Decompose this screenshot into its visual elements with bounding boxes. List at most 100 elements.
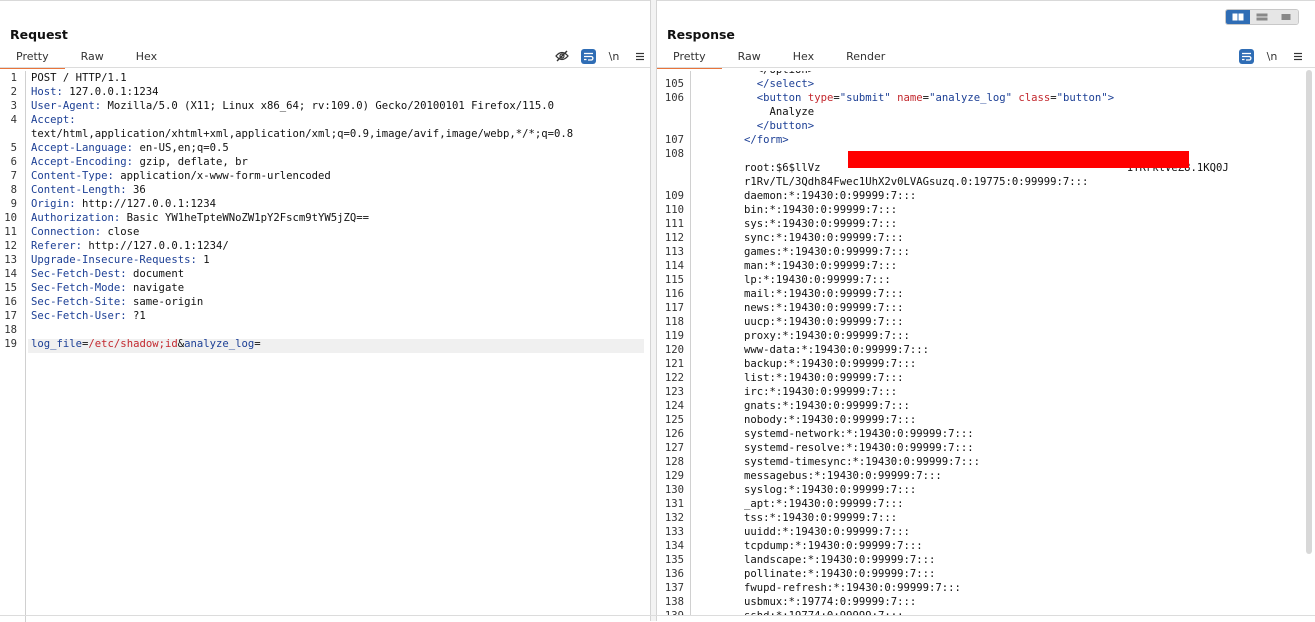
request-line-number: 1 (10, 72, 17, 84)
request-code-line: Origin: http://127.0.0.1:1234 (31, 198, 216, 210)
request-code-line: POST / HTTP/1.1 (31, 72, 127, 84)
request-line-number: 11 (4, 226, 17, 238)
request-code-line: Sec-Fetch-Dest: document (31, 268, 185, 280)
response-scrollbar[interactable] (1306, 70, 1312, 554)
response-code-line: lp:*:19430:0:99999:7::: (693, 274, 891, 286)
response-code-line: landscape:*:19430:0:99999:7::: (693, 554, 936, 566)
request-line-number: 4 (10, 114, 17, 126)
response-line-number: 129 (664, 470, 684, 482)
request-code-line: Content-Type: application/x-www-form-url… (31, 170, 331, 182)
response-code-line: </select> (756, 78, 815, 90)
response-line-number: 118 (664, 316, 684, 328)
request-tabs: Pretty Raw Hex (0, 47, 173, 69)
request-tab-hex[interactable]: Hex (120, 47, 173, 67)
response-tab-pretty[interactable]: Pretty (657, 47, 722, 69)
response-line-number: 125 (664, 414, 684, 426)
response-line-number: 126 (664, 428, 684, 440)
response-code-line: games:*:19430:0:99999:7::: (693, 246, 910, 258)
menu-icon[interactable] (629, 47, 651, 65)
response-tab-raw[interactable]: Raw (722, 47, 777, 67)
response-code-line: systemd-network:*:19430:0:99999:7::: (693, 428, 974, 440)
response-code-line: r1Rv/TL/3Qdh84Fwec1UhX2v0LVAGsuzq.0:1977… (693, 176, 1089, 188)
response-code-line: messagebus:*:19430:0:99999:7::: (693, 470, 942, 482)
response-code-line: gnats:*:19430:0:99999:7::: (693, 400, 910, 412)
split-horizontal-icon[interactable] (1226, 10, 1250, 24)
split-vertical-icon[interactable] (1250, 10, 1274, 24)
response-line-number: 127 (664, 442, 684, 454)
single-pane-icon[interactable] (1274, 10, 1298, 24)
request-line-number: 2 (10, 86, 17, 98)
request-line-number: 15 (4, 282, 17, 294)
response-code-line: pollinate:*:19430:0:99999:7::: (693, 568, 936, 580)
request-line-number: 7 (10, 170, 17, 182)
menu-icon[interactable] (1287, 47, 1309, 65)
response-line-number: 124 (664, 400, 684, 412)
response-code-line: sys:*:19430:0:99999:7::: (693, 218, 898, 230)
response-line-number: 135 (664, 554, 684, 566)
response-line-number: 123 (664, 386, 684, 398)
response-line-number: 109 (664, 190, 684, 202)
request-code-line: Accept-Language: en-US,en;q=0.5 (31, 142, 229, 154)
response-line-number: 134 (664, 540, 684, 552)
response-toolbar: \n (1231, 47, 1309, 65)
request-line-number: 14 (4, 268, 17, 280)
request-code-line: Referer: http://127.0.0.1:1234/ (31, 240, 229, 252)
response-line-number: 122 (664, 372, 684, 384)
response-code-line: tcpdump:*:19430:0:99999:7::: (693, 540, 923, 552)
request-code-line: User-Agent: Mozilla/5.0 (X11; Linux x86_… (31, 100, 555, 112)
request-line-number: 10 (4, 212, 17, 224)
response-line-number: 120 (664, 344, 684, 356)
response-code-line: mail:*:19430:0:99999:7::: (693, 288, 904, 300)
response-line-number: 136 (664, 568, 684, 580)
response-code-line: list:*:19430:0:99999:7::: (693, 372, 904, 384)
eye-off-icon[interactable] (551, 47, 573, 65)
response-line-number: 114 (664, 260, 684, 272)
response-title: Response (667, 27, 735, 42)
response-line-number: 115 (664, 274, 684, 286)
response-code-line: www-data:*:19430:0:99999:7::: (693, 344, 929, 356)
response-code-line: tss:*:19430:0:99999:7::: (693, 512, 898, 524)
request-line-number: 6 (10, 156, 17, 168)
request-line-number: 8 (10, 184, 17, 196)
request-line-number: 13 (4, 254, 17, 266)
response-code-line: usbmux:*:19774:0:99999:7::: (693, 596, 917, 608)
response-code-line: irc:*:19430:0:99999:7::: (693, 386, 898, 398)
response-tab-render[interactable]: Render (830, 47, 901, 67)
request-line-number: 19 (4, 338, 17, 350)
request-tab-pretty[interactable]: Pretty (0, 47, 65, 69)
request-code-line: Accept: (31, 114, 76, 126)
response-line-number: 119 (664, 330, 684, 342)
newline-toggle[interactable]: \n (603, 47, 625, 65)
response-line-number: 111 (664, 218, 684, 230)
response-line-number: 138 (664, 596, 684, 608)
response-code-line: Analyze (693, 106, 815, 118)
response-line-number: 116 (664, 288, 684, 300)
response-code-line: systemd-timesync:*:19430:0:99999:7::: (693, 456, 981, 468)
request-code-line: Authorization: Basic YW1heTpteWNoZW1pY2F… (31, 212, 370, 224)
response-line-number: 107 (664, 134, 684, 146)
response-code-line: fwupd-refresh:*:19430:0:99999:7::: (693, 582, 961, 594)
request-tab-raw[interactable]: Raw (65, 47, 120, 67)
response-code-line: sync:*:19430:0:99999:7::: (693, 232, 904, 244)
word-wrap-icon[interactable] (1235, 47, 1257, 65)
response-code-line: daemon:*:19430:0:99999:7::: (693, 190, 917, 202)
response-tab-hex[interactable]: Hex (777, 47, 830, 67)
response-code-line: systemd-resolve:*:19430:0:99999:7::: (693, 442, 974, 454)
response-code-line: news:*:19430:0:99999:7::: (693, 302, 904, 314)
request-pane: Request Pretty Raw Hex \n 1 POST / HTTP/1… (0, 0, 650, 622)
word-wrap-icon[interactable] (577, 47, 599, 65)
request-editor[interactable]: 1 POST / HTTP/1.1 2 Host: 127.0.0.1:1234 3 Us… (0, 71, 650, 622)
response-code-line: uucp:*:19430:0:99999:7::: (693, 316, 904, 328)
response-line-number: 113 (664, 246, 684, 258)
response-line-number: 108 (664, 148, 684, 160)
response-code-line: proxy:*:19430:0:99999:7::: (693, 330, 910, 342)
request-line-number: 18 (4, 324, 17, 336)
request-line-number: 12 (4, 240, 17, 252)
newline-toggle[interactable]: \n (1261, 47, 1283, 65)
request-code-line: Upgrade-Insecure-Requests: 1 (31, 254, 210, 266)
response-line-number: 132 (664, 512, 684, 524)
response-code-line: man:*:19430:0:99999:7::: (693, 260, 898, 272)
response-code-line: </button> (756, 120, 815, 132)
request-code-line: Sec-Fetch-Site: same-origin (31, 296, 204, 308)
pane-splitter[interactable] (650, 0, 657, 621)
